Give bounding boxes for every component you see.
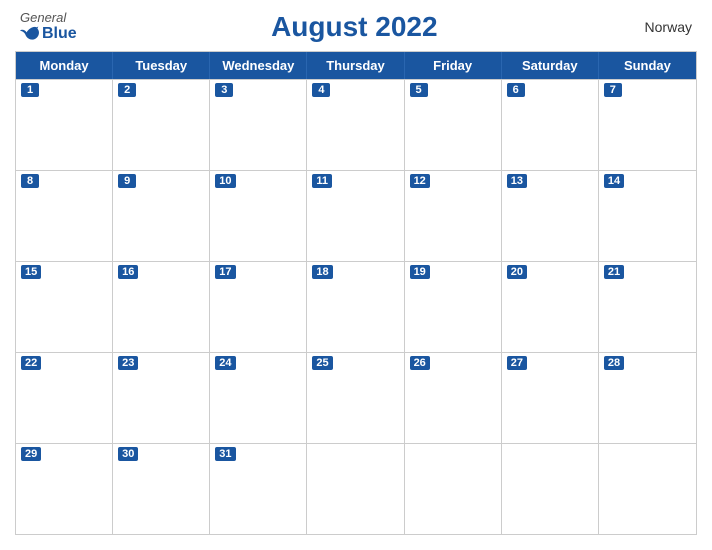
week-row-1: 1 2 3 4 5 6 7 xyxy=(16,79,696,170)
day-number: 12 xyxy=(410,174,430,188)
day-cell-23: 23 xyxy=(113,353,210,443)
day-number: 23 xyxy=(118,356,138,370)
day-cell-28: 28 xyxy=(599,353,696,443)
calendar-header: General Blue August 2022 Norway xyxy=(15,10,697,43)
day-cell-26: 26 xyxy=(405,353,502,443)
day-number: 18 xyxy=(312,265,332,279)
day-number: 26 xyxy=(410,356,430,370)
day-cell-22: 22 xyxy=(16,353,113,443)
day-cell-13: 13 xyxy=(502,171,599,261)
day-number: 15 xyxy=(21,265,41,279)
day-header-tuesday: Tuesday xyxy=(113,52,210,79)
logo-general-text: General xyxy=(20,10,66,25)
day-number: 27 xyxy=(507,356,527,370)
calendar-body: 1234567891011121314151617181920212223242… xyxy=(16,79,696,534)
day-number: 9 xyxy=(118,174,136,188)
day-cell-empty-4 xyxy=(405,444,502,534)
day-number: 28 xyxy=(604,356,624,370)
day-number: 1 xyxy=(21,83,39,97)
day-cell-19: 19 xyxy=(405,262,502,352)
day-cell-2: 2 xyxy=(113,80,210,170)
day-number: 11 xyxy=(312,174,332,188)
day-number: 2 xyxy=(118,83,136,97)
day-header-wednesday: Wednesday xyxy=(210,52,307,79)
logo: General Blue xyxy=(20,10,77,43)
day-cell-5: 5 xyxy=(405,80,502,170)
day-header-friday: Friday xyxy=(405,52,502,79)
day-number: 20 xyxy=(507,265,527,279)
day-cell-6: 6 xyxy=(502,80,599,170)
day-cell-18: 18 xyxy=(307,262,404,352)
day-cell-empty-3 xyxy=(307,444,404,534)
day-cell-25: 25 xyxy=(307,353,404,443)
day-number: 17 xyxy=(215,265,235,279)
day-number: 22 xyxy=(21,356,41,370)
logo-bird-icon xyxy=(20,25,40,43)
day-number: 3 xyxy=(215,83,233,97)
calendar-title: August 2022 xyxy=(77,11,632,43)
day-number: 30 xyxy=(118,447,138,461)
day-number: 25 xyxy=(312,356,332,370)
day-number: 24 xyxy=(215,356,235,370)
day-number: 19 xyxy=(410,265,430,279)
day-cell-14: 14 xyxy=(599,171,696,261)
day-headers-row: MondayTuesdayWednesdayThursdayFridaySatu… xyxy=(16,52,696,79)
day-cell-1: 1 xyxy=(16,80,113,170)
day-cell-12: 12 xyxy=(405,171,502,261)
day-number: 4 xyxy=(312,83,330,97)
week-row-2: 8 9 10 11 12 13 14 xyxy=(16,170,696,261)
day-header-monday: Monday xyxy=(16,52,113,79)
day-cell-empty-6 xyxy=(599,444,696,534)
day-cell-17: 17 xyxy=(210,262,307,352)
day-number: 6 xyxy=(507,83,525,97)
day-cell-29: 29 xyxy=(16,444,113,534)
day-cell-9: 9 xyxy=(113,171,210,261)
day-header-saturday: Saturday xyxy=(502,52,599,79)
day-cell-empty-5 xyxy=(502,444,599,534)
day-cell-15: 15 xyxy=(16,262,113,352)
logo-blue-container: Blue xyxy=(20,25,77,43)
day-number: 5 xyxy=(410,83,428,97)
day-cell-16: 16 xyxy=(113,262,210,352)
week-row-3: 15 16 17 18 19 20 21 xyxy=(16,261,696,352)
calendar: MondayTuesdayWednesdayThursdayFridaySatu… xyxy=(15,51,697,535)
day-cell-24: 24 xyxy=(210,353,307,443)
day-number: 14 xyxy=(604,174,624,188)
day-cell-20: 20 xyxy=(502,262,599,352)
day-cell-11: 11 xyxy=(307,171,404,261)
day-cell-10: 10 xyxy=(210,171,307,261)
day-header-thursday: Thursday xyxy=(307,52,404,79)
day-cell-21: 21 xyxy=(599,262,696,352)
day-cell-27: 27 xyxy=(502,353,599,443)
country-label: Norway xyxy=(632,19,692,35)
day-number: 16 xyxy=(118,265,138,279)
day-cell-31: 31 xyxy=(210,444,307,534)
day-number: 21 xyxy=(604,265,624,279)
day-cell-7: 7 xyxy=(599,80,696,170)
day-number: 13 xyxy=(507,174,527,188)
day-header-sunday: Sunday xyxy=(599,52,696,79)
day-cell-8: 8 xyxy=(16,171,113,261)
day-cell-4: 4 xyxy=(307,80,404,170)
logo-blue-text: Blue xyxy=(42,25,77,43)
day-number: 10 xyxy=(215,174,235,188)
day-number: 7 xyxy=(604,83,622,97)
day-number: 8 xyxy=(21,174,39,188)
day-cell-30: 30 xyxy=(113,444,210,534)
day-number: 29 xyxy=(21,447,41,461)
week-row-4: 22 23 24 25 26 27 28 xyxy=(16,352,696,443)
day-cell-3: 3 xyxy=(210,80,307,170)
week-row-5: 29 30 31 xyxy=(16,443,696,534)
day-number: 31 xyxy=(215,447,235,461)
